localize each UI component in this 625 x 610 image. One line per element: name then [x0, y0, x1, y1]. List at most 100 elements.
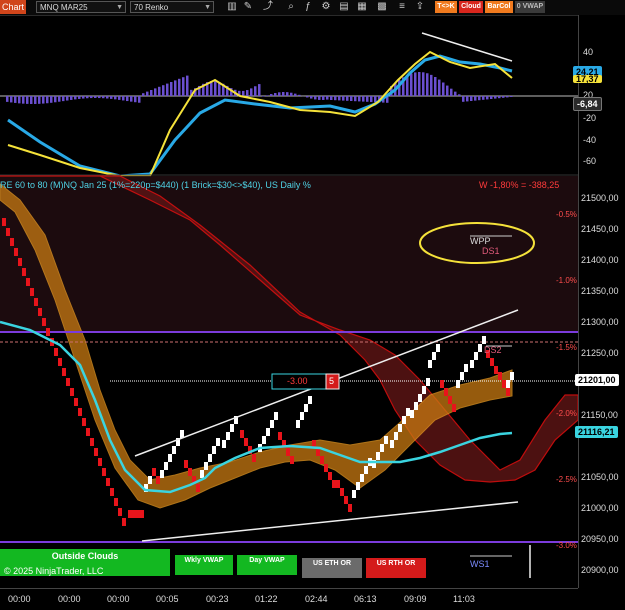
renko-brick-down: [324, 464, 328, 472]
histogram-bar: [322, 96, 325, 100]
renko-brick-down: [58, 358, 62, 366]
renko-brick-up: [352, 490, 356, 498]
order-quantity[interactable]: -3.00: [287, 376, 308, 386]
histogram-bar: [262, 96, 265, 97]
histogram-bar: [122, 96, 125, 100]
renko-brick-up: [230, 424, 234, 432]
renko-brick-down: [498, 372, 502, 380]
order-count[interactable]: 5: [329, 376, 334, 386]
histogram-bar: [334, 96, 337, 100]
share-icon[interactable]: ⇪: [414, 1, 426, 13]
grid-icon[interactable]: ▩: [376, 1, 388, 13]
cloud-toggle-button[interactable]: Cloud: [459, 1, 483, 13]
renko-brick-down: [118, 508, 122, 516]
renko-brick-down: [128, 510, 132, 518]
time-axis-tick: 09:09: [404, 594, 427, 604]
renko-brick-up: [204, 462, 208, 470]
vwap-toggle-button[interactable]: 0 VWAP: [515, 1, 545, 13]
renko-brick-down: [98, 458, 102, 466]
oscillator-yellow-line: [8, 52, 512, 176]
renko-brick-down: [114, 498, 118, 506]
tk-toggle-button[interactable]: T<>K: [435, 1, 457, 13]
chart-plot-area[interactable]: [0, 15, 578, 588]
histogram-bar: [30, 96, 33, 104]
renko-brick-down: [344, 496, 348, 504]
renko-brick-down: [240, 430, 244, 438]
renko-brick-down: [278, 432, 282, 440]
copyright-text: © 2025 NinjaTrader, LLC: [4, 566, 103, 576]
histogram-bar: [38, 96, 41, 104]
us-eth-or-button[interactable]: US ETH OR: [302, 558, 362, 578]
price-axis-tick: 20950,00: [581, 534, 619, 544]
strategy-icon[interactable]: ⚙: [320, 1, 332, 13]
barcol-toggle-button[interactable]: BarCol: [485, 1, 513, 13]
histogram-bar: [438, 80, 441, 96]
histogram-bar: [278, 92, 281, 96]
renko-brick-down: [22, 268, 26, 276]
renko-brick-down: [340, 488, 344, 496]
price-axis-tick: 21000,00: [581, 503, 619, 513]
chart-trend-icon[interactable]: ⤴: [262, 1, 274, 13]
histogram-bar: [58, 96, 61, 102]
histogram-bar: [102, 96, 105, 98]
renko-brick-down: [38, 308, 42, 316]
template-icon[interactable]: ▦: [356, 1, 368, 13]
renko-brick-up: [482, 336, 486, 344]
histogram-bar: [250, 88, 253, 96]
chevron-down-icon: ▼: [116, 2, 123, 14]
histogram-bar: [66, 96, 69, 101]
renko-brick-up: [200, 470, 204, 478]
pencil-icon[interactable]: ✎: [242, 1, 254, 13]
histogram-bar: [258, 84, 261, 96]
histogram-bar: [374, 96, 377, 102]
histogram-bar: [510, 96, 513, 97]
time-axis-tick: 00:05: [156, 594, 179, 604]
wkly-vwap-button[interactable]: Wkly VWAP: [175, 555, 233, 575]
histogram-bar: [310, 96, 313, 99]
price-axis-tick: 20900,00: [581, 565, 619, 575]
us-rth-or-button[interactable]: US RTH OR: [366, 558, 426, 578]
indicators-icon[interactable]: ƒ: [302, 1, 314, 13]
chart-bars-icon[interactable]: ▤: [338, 1, 350, 13]
renko-brick-down: [90, 438, 94, 446]
histogram-bar: [342, 96, 345, 101]
renko-brick-down: [152, 468, 156, 476]
time-axis[interactable]: 00:00 00:00 00:00 00:05 00:23 01:22 02:4…: [0, 588, 578, 610]
renko-brick-down: [2, 218, 6, 226]
wpp-label: WPP: [470, 236, 491, 246]
renko-brick-down: [42, 318, 46, 326]
histogram-bar: [330, 96, 333, 100]
properties-icon[interactable]: ≡: [396, 1, 408, 13]
time-axis-tick: 00:00: [107, 594, 130, 604]
chart-tab[interactable]: Chart: [0, 0, 26, 14]
time-axis-tick: 02:44: [305, 594, 328, 604]
histogram-bar: [178, 79, 181, 96]
histogram-bar: [490, 96, 493, 99]
histogram-bar: [430, 75, 433, 96]
histogram-bar: [106, 96, 109, 99]
renko-brick-down: [188, 468, 192, 476]
histogram-bar: [286, 92, 289, 96]
renko-brick-up: [478, 344, 482, 352]
day-vwap-button[interactable]: Day VWAP: [237, 555, 297, 575]
renko-brick-up: [460, 372, 464, 380]
instrument-selector[interactable]: MNQ MAR25 ▼: [36, 1, 126, 13]
histogram-bar: [158, 87, 161, 96]
histogram-bar: [426, 73, 429, 96]
histogram-bar: [414, 72, 417, 96]
price-axis[interactable]: 40 20 -20 -40 -60 24,21 17,37 -6,84 2150…: [578, 15, 625, 588]
histogram-bar: [502, 96, 505, 98]
bar-type-selector[interactable]: 70 Renko ▼: [130, 1, 214, 13]
ds2-label: DS2: [484, 345, 502, 355]
histogram-bar: [434, 77, 437, 96]
histogram-bar: [466, 96, 469, 101]
histogram-bar: [166, 84, 169, 96]
renko-brick-up: [270, 420, 274, 428]
histogram-bar: [446, 86, 449, 96]
renko-brick-down: [196, 484, 200, 492]
zoom-icon[interactable]: ⌕: [285, 1, 297, 13]
histogram-bar: [94, 96, 97, 98]
bars-style-icon[interactable]: ▥: [226, 1, 238, 13]
histogram-bar: [162, 85, 165, 96]
renko-brick-down: [18, 258, 22, 266]
